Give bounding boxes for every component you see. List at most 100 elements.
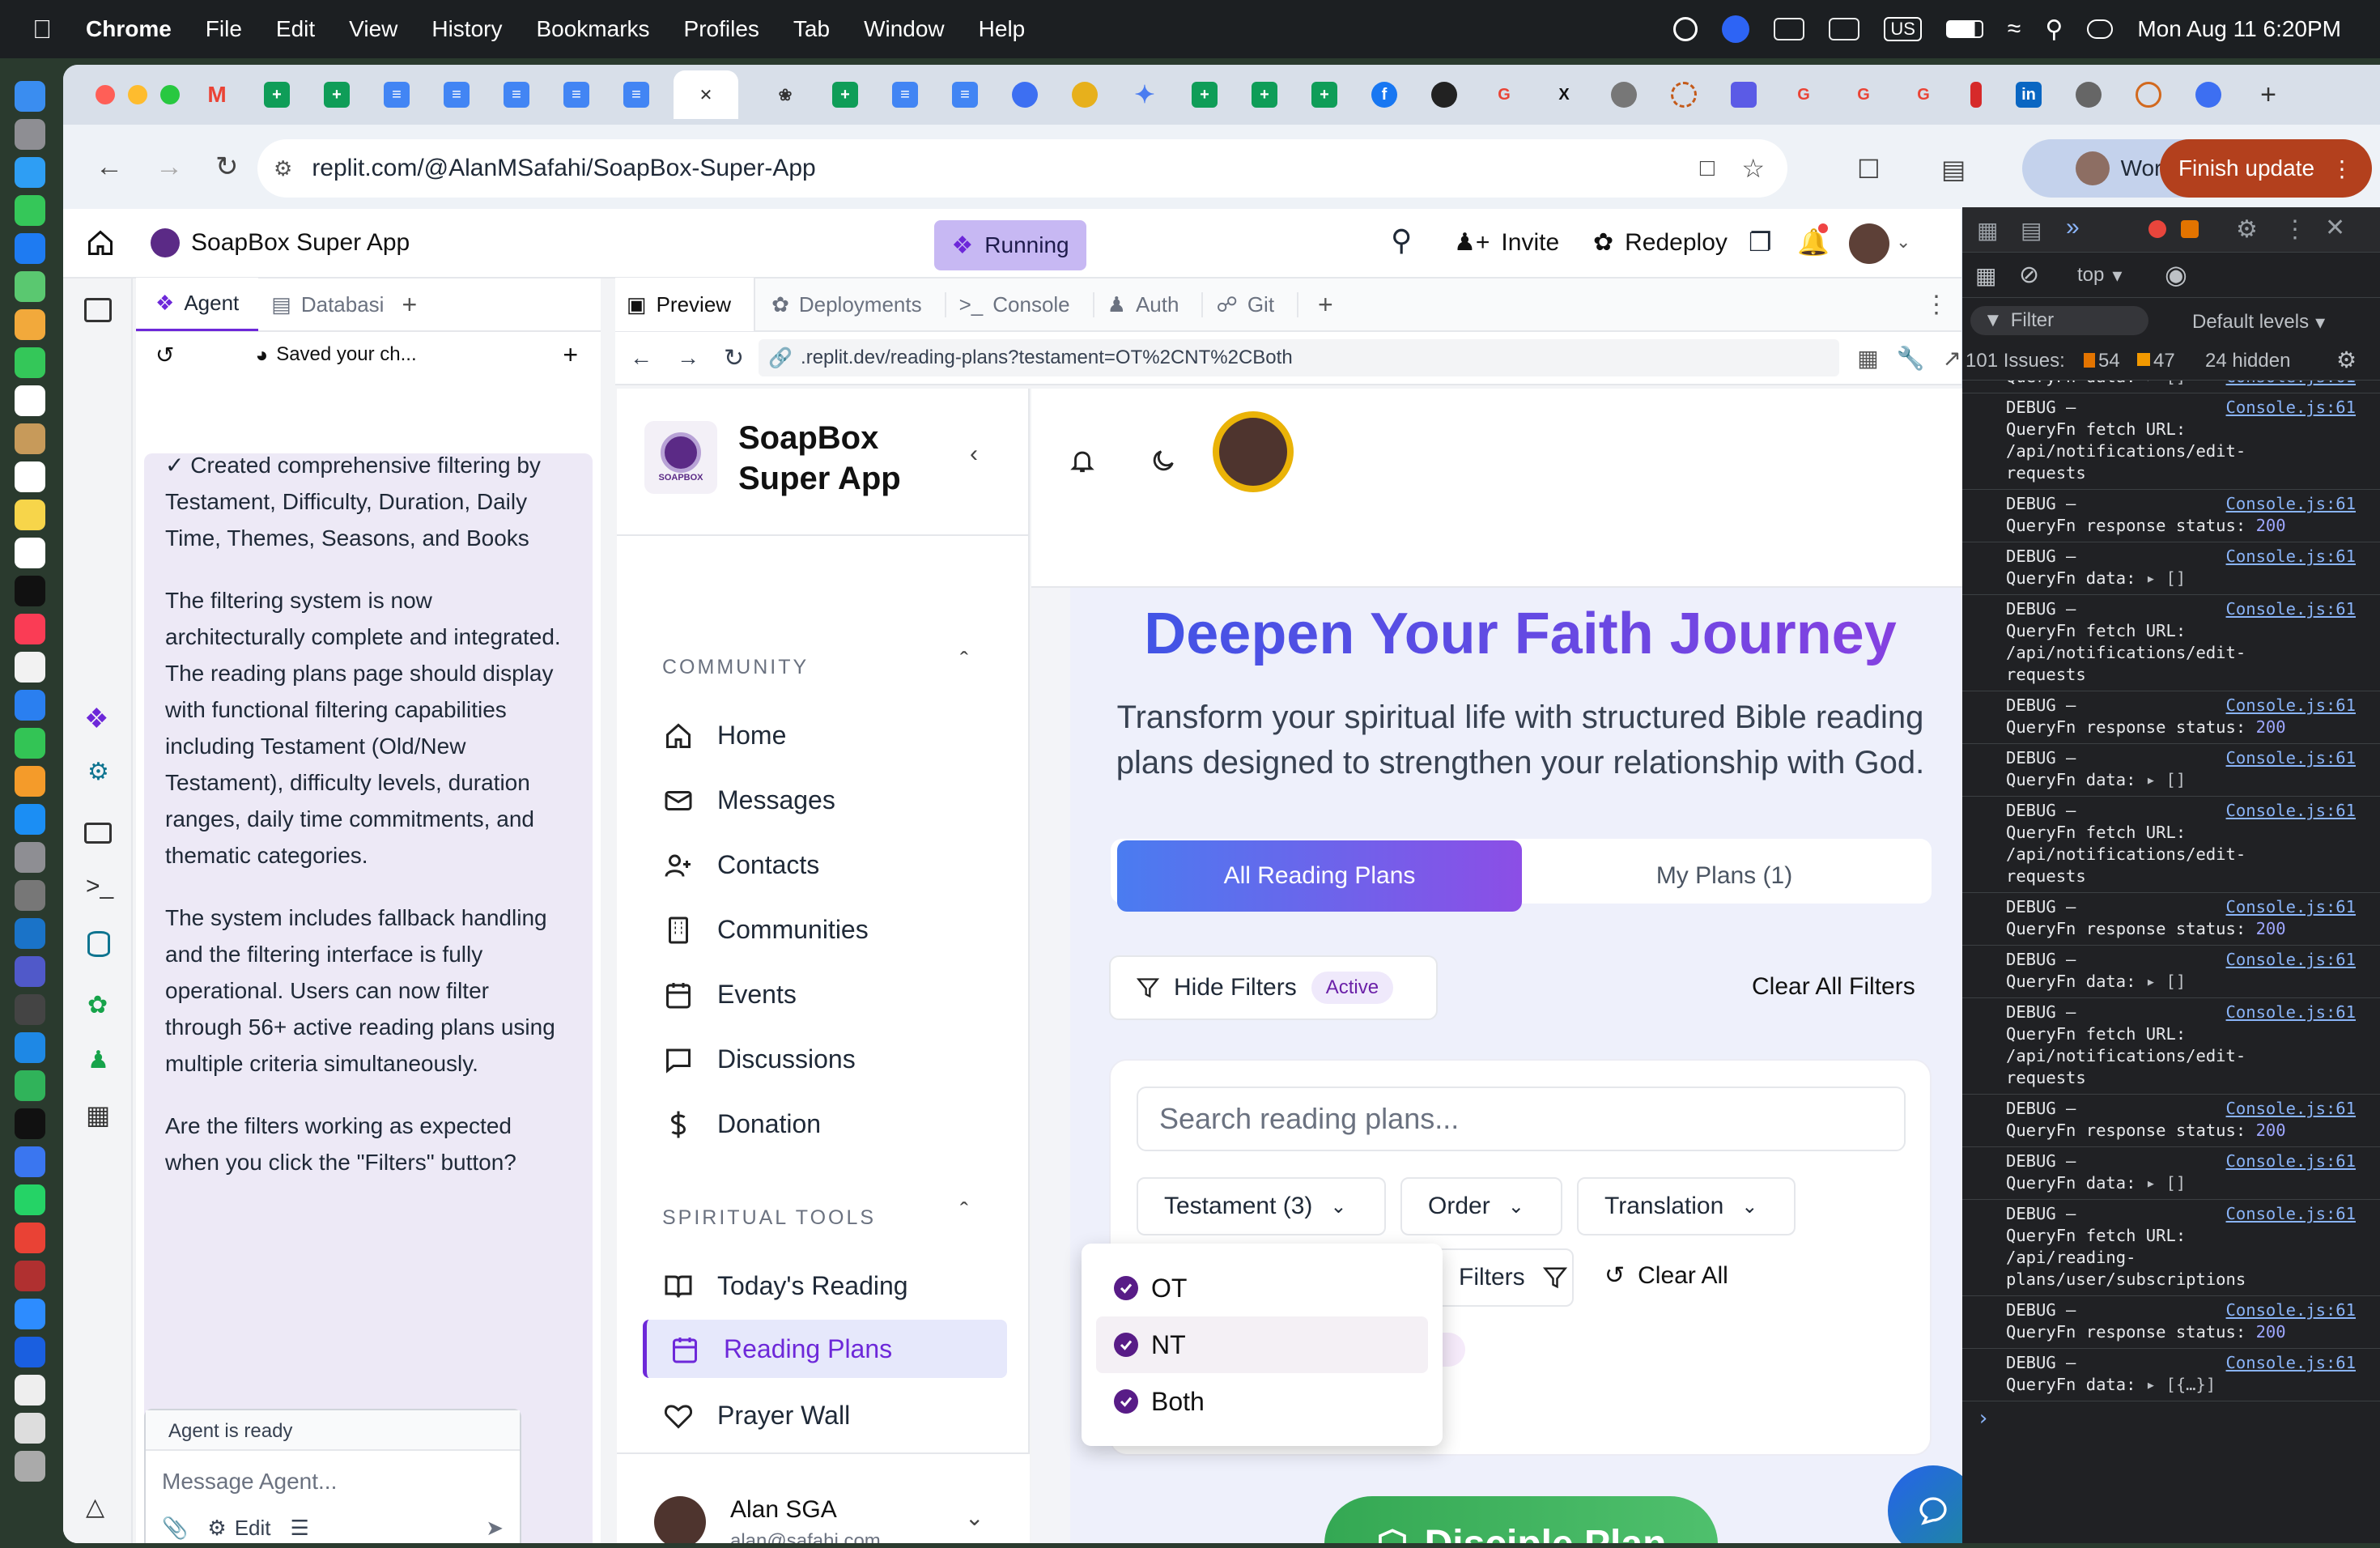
facetime-icon[interactable] <box>15 347 45 378</box>
console-prompt[interactable]: › <box>1962 1401 2380 1430</box>
log-levels-dropdown[interactable]: Default levels ▾ <box>2192 311 2325 334</box>
docs-icon[interactable]: ≡ <box>892 82 918 108</box>
tab-console[interactable]: >_ Console <box>946 291 1094 317</box>
console-source-link[interactable]: Console.js:61 <box>2226 747 2356 769</box>
zoom-icon[interactable] <box>1722 15 1750 43</box>
database-icon[interactable] <box>87 931 110 957</box>
user-profile-card[interactable]: Alan SGA alan@safahi.com ⌄ <box>617 1452 1030 1543</box>
menu-view[interactable]: View <box>349 16 397 42</box>
terminal-icon[interactable] <box>15 1108 45 1139</box>
testament-option[interactable]: NT <box>1096 1316 1428 1373</box>
news-icon[interactable] <box>15 652 45 683</box>
new-chat-icon[interactable]: + <box>563 340 578 370</box>
new-tab-icon[interactable]: + <box>1318 290 1333 320</box>
maps-icon[interactable] <box>15 271 45 302</box>
inspect-icon[interactable]: ▦ <box>1977 217 1998 244</box>
gear-icon[interactable]: ⚙ <box>2236 215 2258 244</box>
git-branch-icon[interactable]: ⚙ <box>87 758 109 786</box>
order-dropdown[interactable]: Order ⌄ <box>1400 1177 1562 1235</box>
issues-bar[interactable]: 101 Issues: 54 47 24 hidden ⚙ <box>1962 342 2380 381</box>
app-icon[interactable] <box>15 423 45 454</box>
translation-dropdown[interactable]: Translation ⌄ <box>1577 1177 1796 1235</box>
devices-icon[interactable]: ▦ <box>1857 345 1878 372</box>
console-filter-input[interactable]: ▼ Filter <box>1970 306 2148 335</box>
console-log-object[interactable]: ▸ [] <box>2146 972 2186 991</box>
input-source[interactable]: US <box>1884 17 1922 41</box>
docs-icon[interactable]: ≡ <box>504 82 529 108</box>
photos-icon[interactable] <box>15 309 45 340</box>
shell-icon[interactable]: >_ <box>86 873 113 900</box>
menu-history[interactable]: History <box>431 16 502 42</box>
calendar-icon[interactable] <box>15 385 45 416</box>
close-window-button[interactable] <box>96 85 115 104</box>
teams-icon[interactable] <box>15 956 45 987</box>
spotlight-icon[interactable]: ⚲ <box>2045 15 2063 44</box>
history-icon[interactable]: ↺ <box>155 342 174 368</box>
settings-icon[interactable] <box>15 842 45 873</box>
invite-button[interactable]: ♟+ Invite <box>1454 228 1559 257</box>
search-input[interactable]: Search reading plans... <box>1137 1087 1906 1151</box>
settings-sliders-icon[interactable]: ☰ <box>291 1516 309 1541</box>
edit-button[interactable]: ⚙ Edit <box>207 1516 270 1541</box>
console-source-link[interactable]: Console.js:61 <box>2226 397 2356 419</box>
cloud-icon[interactable] <box>1829 18 1860 40</box>
project-name[interactable]: SoapBox Super App <box>191 229 410 257</box>
battery-icon[interactable] <box>1945 20 1983 38</box>
more-tabs-icon[interactable]: » <box>2066 214 2080 241</box>
console-source-link[interactable]: Console.js:61 <box>2226 1203 2356 1225</box>
zoom-window-button[interactable] <box>160 85 180 104</box>
status-icon[interactable] <box>1673 17 1698 41</box>
trash-icon[interactable] <box>15 1451 45 1482</box>
music-icon[interactable] <box>15 614 45 644</box>
extensions-icon[interactable]: ☐ <box>1857 154 1881 185</box>
disciple-plan-button[interactable]: Disciple Plan <box>1324 1496 1718 1543</box>
clock[interactable]: Mon Aug 11 6:20PM <box>2137 16 2341 42</box>
app-icon[interactable] <box>15 119 45 150</box>
google-icon[interactable]: G <box>1791 82 1817 108</box>
keynote-icon[interactable] <box>15 690 45 721</box>
chrome-icon[interactable] <box>15 1223 45 1253</box>
tv-icon[interactable] <box>15 576 45 606</box>
sidebar-toggle-icon[interactable]: ▦ <box>1975 262 1996 289</box>
console-source-link[interactable]: Console.js:61 <box>2226 800 2356 822</box>
app-store-icon[interactable] <box>15 804 45 835</box>
teams-icon[interactable] <box>1774 18 1805 40</box>
search-icon[interactable]: ⚲ <box>1391 223 1412 257</box>
app-icon[interactable] <box>2195 82 2221 108</box>
tab-preview[interactable]: ▣ Preview <box>615 278 756 331</box>
hide-filters-button[interactable]: Hide Filters Active <box>1109 955 1438 1020</box>
docs-icon[interactable]: ≡ <box>563 82 589 108</box>
nav-discussions[interactable]: Discussions <box>664 1044 856 1074</box>
app-icon[interactable] <box>1671 82 1697 108</box>
app-icon[interactable] <box>1072 82 1098 108</box>
app-icon[interactable] <box>1970 82 1982 108</box>
console-source-link[interactable]: Console.js:61 <box>2226 546 2356 568</box>
error-count-icon[interactable] <box>2148 220 2166 238</box>
menu-window[interactable]: Window <box>864 16 945 42</box>
testament-option[interactable]: OT <box>1096 1260 1428 1316</box>
console-source-link[interactable]: Console.js:61 <box>2226 598 2356 620</box>
control-center-icon[interactable] <box>2087 19 2114 39</box>
notes-icon[interactable] <box>15 500 45 530</box>
gear-icon[interactable]: ⚙ <box>2336 347 2357 373</box>
x-icon[interactable]: X <box>1551 82 1577 108</box>
menu-edit[interactable]: Edit <box>276 16 315 42</box>
forward-icon[interactable]: → <box>155 151 183 183</box>
console-log-object[interactable]: ▸ [] <box>2146 1173 2186 1193</box>
attach-icon[interactable]: 📎 <box>162 1516 188 1541</box>
wifi-icon[interactable]: ≈ <box>2008 15 2021 43</box>
tab-git[interactable]: ☍ Git <box>1203 291 1299 317</box>
mail-icon[interactable] <box>15 233 45 264</box>
testament-dropdown[interactable]: Testament (3) ⌄ <box>1137 1177 1386 1235</box>
monitor-icon[interactable] <box>84 823 112 844</box>
more-vert-icon[interactable]: ⋮ <box>1924 291 1949 319</box>
install-app-icon[interactable]: □ <box>1700 155 1715 182</box>
console-source-link[interactable]: Console.js:61 <box>2226 695 2356 717</box>
redeploy-button[interactable]: ✿ Redeploy <box>1593 228 1728 257</box>
reload-icon[interactable]: ↻ <box>215 151 239 183</box>
console-source-link[interactable]: Console.js:61 <box>2226 1352 2356 1374</box>
nav-contacts[interactable]: Contacts <box>664 850 819 880</box>
clear-console-icon[interactable]: ⊘ <box>2019 261 2039 289</box>
app-icon[interactable] <box>15 1413 45 1444</box>
app-icon[interactable] <box>1731 82 1757 108</box>
